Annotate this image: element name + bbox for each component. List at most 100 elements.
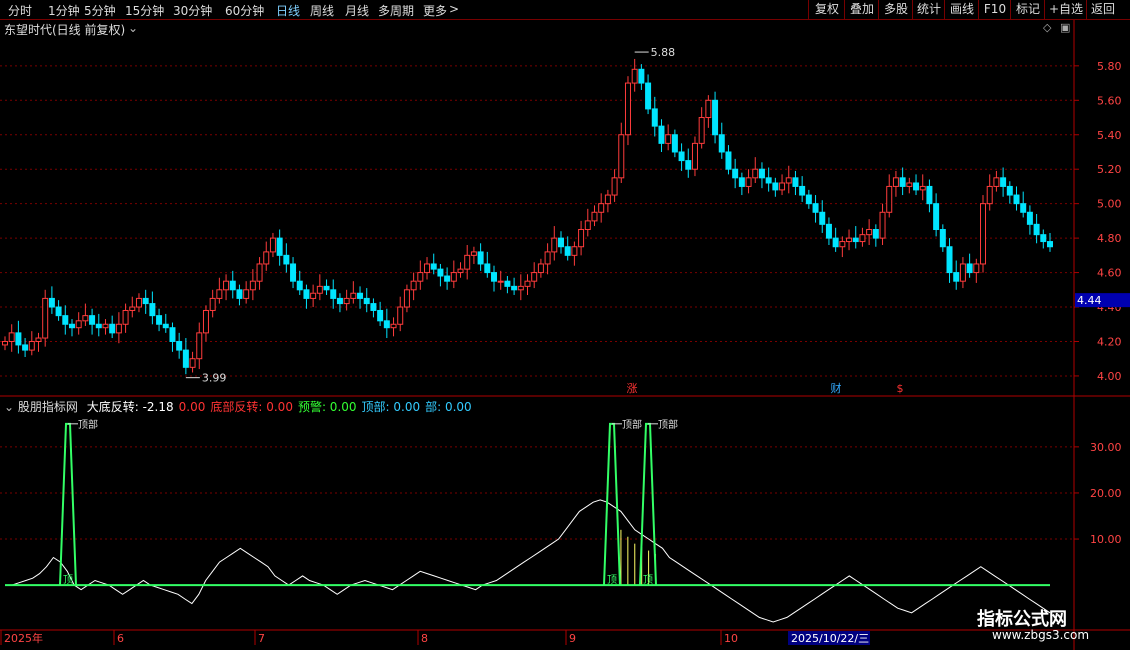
stock-title[interactable]: 东望时代(日线 前复权) [4, 21, 125, 38]
candle-up [497, 280, 504, 283]
candle-down [437, 268, 444, 277]
candle-up [624, 82, 631, 136]
candle-up [269, 237, 276, 253]
high-marker-label: 5.88 [651, 46, 676, 59]
candle-down [564, 246, 571, 256]
candle-down [671, 134, 678, 153]
candle-down [832, 237, 839, 248]
candle-down [303, 289, 310, 299]
candle-down [926, 185, 933, 205]
candle-down [236, 289, 243, 299]
diamond-icon[interactable]: ◇ [1043, 21, 1051, 34]
candle-up [464, 254, 471, 270]
candle-down [156, 315, 163, 325]
candle-down [738, 177, 745, 187]
date-label: 7 [258, 632, 265, 645]
date-label: 2025年 [4, 631, 43, 645]
candle-down [966, 263, 973, 274]
candle-down [1033, 223, 1040, 236]
candle-up [75, 320, 82, 329]
indicator-values: 大底反转: -2.18 0.00 底部反转: 0.00 预警: 0.00 顶部: 0.0… [82, 400, 472, 414]
candle-up [249, 280, 256, 291]
date-label: 8 [421, 632, 428, 645]
candle-down [169, 327, 176, 342]
indicator-item-0: 大底反转: -2.18 [86, 400, 174, 414]
price-tick-label: 4.80 [1097, 232, 1122, 245]
candle-down [939, 229, 946, 248]
candle-down [658, 125, 665, 144]
price-tick-label: 5.60 [1097, 94, 1122, 107]
candle-down [444, 275, 451, 282]
price-tick-label: 4.20 [1097, 335, 1122, 348]
indicator-tick-label: 10.00 [1090, 533, 1122, 546]
candle-up [28, 340, 35, 351]
candle-up [390, 323, 397, 329]
candle-down [725, 151, 732, 170]
candle-up [42, 297, 49, 339]
candle-up [839, 241, 846, 248]
price-tick-label: 5.20 [1097, 163, 1122, 176]
candle-up [216, 289, 223, 299]
candle-up [604, 194, 611, 205]
candle-down [819, 211, 826, 225]
price-tick-label: 5.00 [1097, 198, 1122, 211]
candle-down [1026, 211, 1033, 225]
candle-down [109, 323, 116, 334]
candle-up [122, 309, 129, 325]
candle-up [866, 229, 873, 236]
candle-up [470, 251, 477, 256]
candle-down [504, 280, 511, 287]
candle-up [316, 285, 323, 294]
candle-down [685, 160, 692, 170]
candle-up [196, 332, 203, 360]
candle-down [430, 263, 437, 270]
candle-up [665, 134, 672, 144]
candle-down [712, 99, 719, 136]
candle-up [892, 177, 899, 187]
candle-up [906, 182, 913, 187]
candle-down [477, 251, 484, 265]
candle-up [973, 263, 980, 274]
candle-down [162, 323, 169, 329]
candle-up [618, 134, 625, 179]
candle-up [243, 289, 250, 299]
indicator-name[interactable]: 股朋指标网 [18, 400, 78, 414]
candle-down [370, 303, 377, 311]
candle-up [591, 211, 598, 222]
candle-up [986, 185, 993, 205]
candle-down [290, 263, 297, 282]
candle-down [68, 323, 75, 329]
candle-up [350, 292, 357, 299]
indicator-item-5: 部: 0.00 [425, 400, 472, 414]
signal-bottom-label: 顶 [643, 574, 653, 586]
candle-down [872, 229, 879, 239]
candle-up [879, 211, 886, 239]
candle-up [698, 117, 705, 144]
candle-up [517, 285, 524, 291]
indicator-item-3: 预警: 0.00 [297, 400, 357, 414]
candle-up [544, 251, 551, 265]
candle-up [263, 251, 270, 265]
event-marker: $ [897, 382, 904, 395]
stock-chart[interactable]: 4.004.204.404.604.805.005.205.405.605.80… [0, 0, 1130, 650]
candle-up [578, 229, 585, 248]
candle-down [182, 349, 189, 368]
chevron-down-icon[interactable]: ⌄ [4, 400, 14, 414]
candle-down [758, 168, 765, 179]
cursor-date-label: 2025/10/22/三 [791, 632, 869, 645]
signal-top-label: 顶部 [78, 418, 98, 431]
candle-down [330, 289, 337, 299]
candle-up [189, 358, 196, 368]
indicator-item-4: 顶部: 0.00 [361, 400, 421, 414]
signal-top-label: 顶部 [658, 418, 678, 431]
chevron-down-icon[interactable]: ⌄ [128, 21, 138, 35]
candle-up [959, 263, 966, 282]
price-tick-label: 5.80 [1097, 60, 1122, 73]
candle-down [323, 285, 330, 291]
price-tick-label: 4.60 [1097, 267, 1122, 280]
candle-down [557, 237, 564, 248]
candle-up [886, 185, 893, 213]
candle-up [397, 306, 404, 325]
candle-up [35, 337, 42, 342]
panel-toggle-icon[interactable]: ▣ [1060, 21, 1070, 34]
